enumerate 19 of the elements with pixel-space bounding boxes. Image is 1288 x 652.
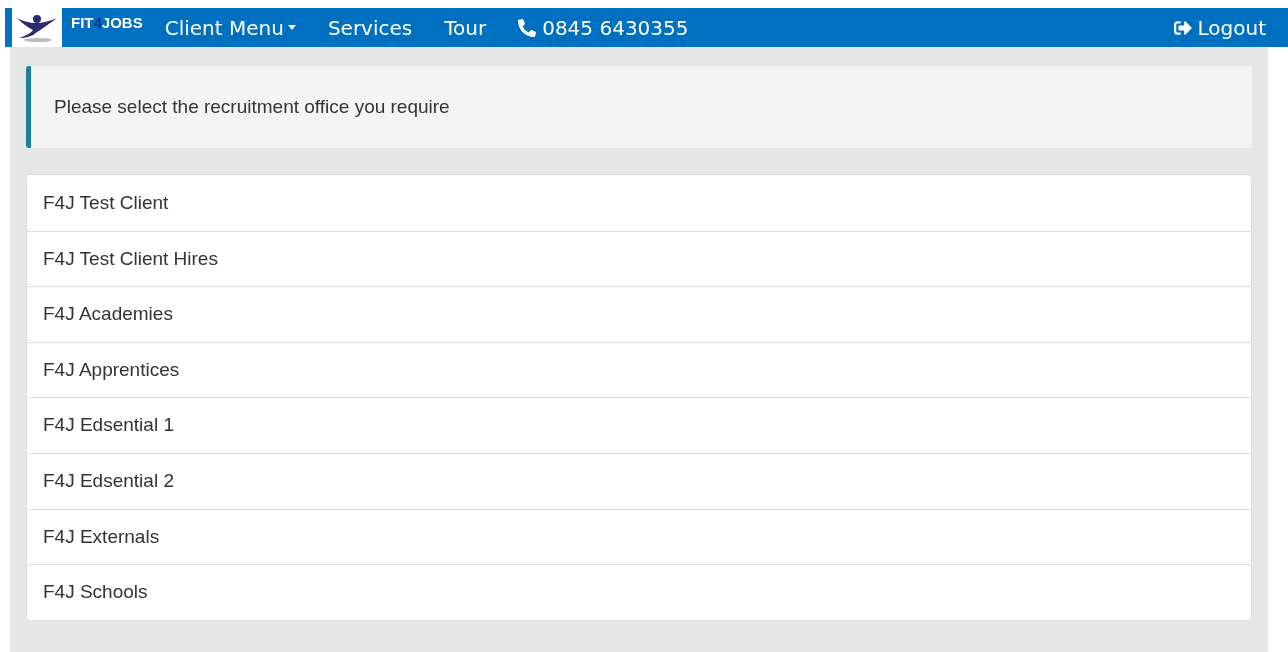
phone-link[interactable]: 0845 6430355: [502, 12, 705, 43]
logout-button[interactable]: Logout: [1173, 12, 1266, 43]
office-list-item[interactable]: F4J Test Client: [27, 175, 1251, 231]
brand-name[interactable]: FIT4JOBS: [71, 12, 143, 35]
office-list-item[interactable]: F4J Edsential 2: [27, 452, 1251, 509]
office-list-item[interactable]: F4J Edsential 1: [27, 397, 1251, 453]
office-list-item[interactable]: F4J Apprentices: [27, 341, 1251, 398]
phone-icon: [518, 18, 537, 37]
caret-icon: [287, 25, 296, 30]
notice-text: Please select the recruitment office you require: [54, 94, 450, 119]
office-list-item[interactable]: F4J Test Client Hires: [27, 230, 1251, 287]
nav-link[interactable]: Tour: [428, 12, 503, 43]
office-list-item[interactable]: F4J Schools: [27, 564, 1251, 620]
office-list-item[interactable]: F4J Academies: [27, 286, 1251, 342]
logout-icon: [1173, 18, 1192, 37]
nav-link[interactable]: Services: [311, 12, 429, 43]
logo-icon: [12, 8, 62, 47]
client-menu-dropdown[interactable]: Client Menu: [148, 12, 312, 43]
office-list-item[interactable]: F4J Externals: [27, 508, 1251, 565]
